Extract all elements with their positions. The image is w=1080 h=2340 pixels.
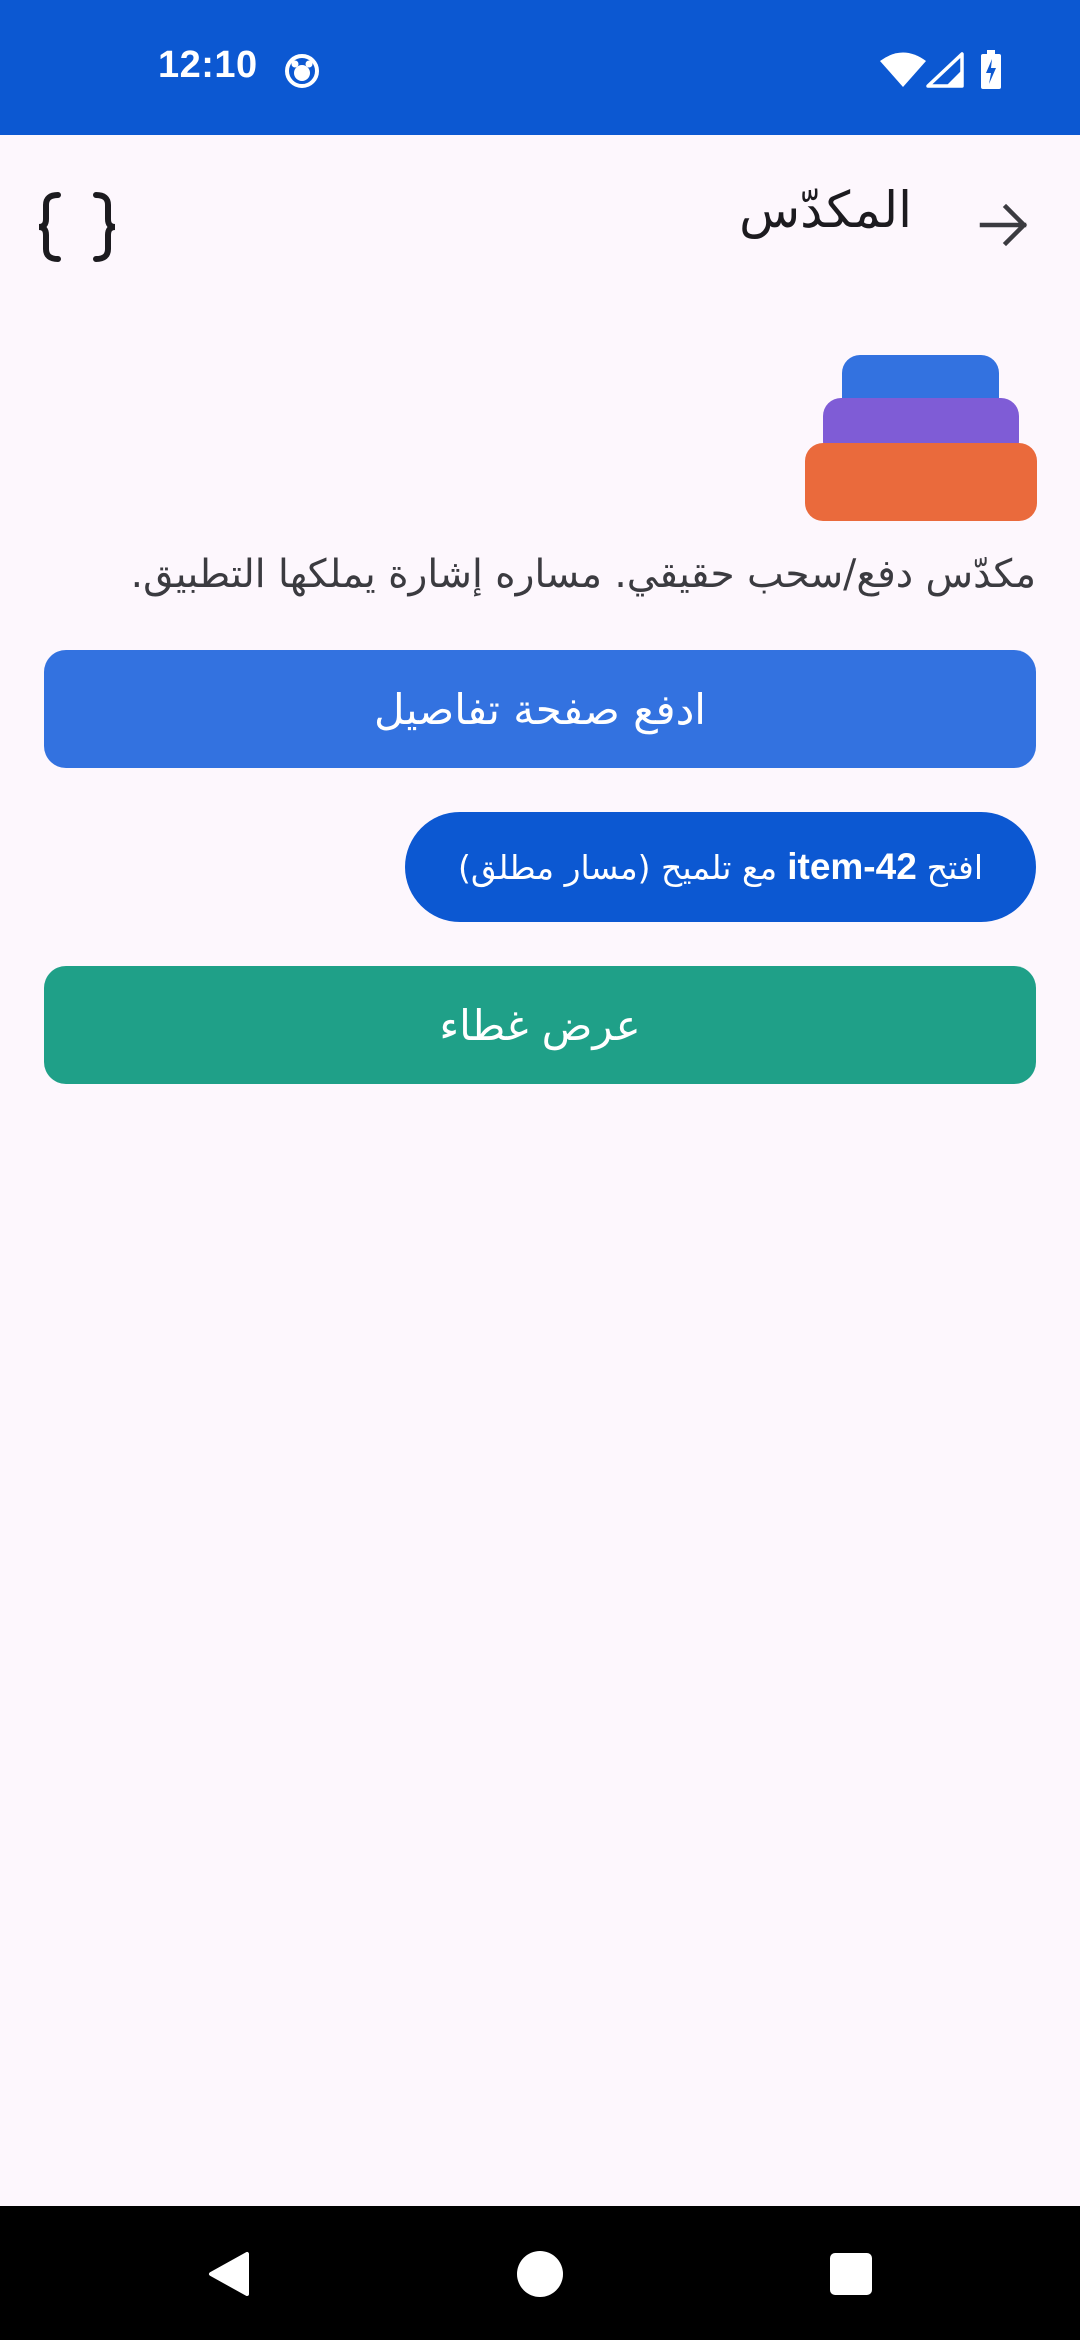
push-details-button-label: ادفع صفحة تفاصيل xyxy=(374,684,706,734)
signal-icon xyxy=(926,52,964,88)
system-nav-bar xyxy=(0,2206,1080,2340)
code-braces-icon[interactable] xyxy=(36,191,118,263)
app-bar: المكدّس xyxy=(0,135,1080,315)
notification-icon xyxy=(285,54,319,88)
open-item-id: item-42 xyxy=(787,846,917,887)
back-triangle-icon[interactable] xyxy=(205,2250,251,2298)
stack-description: مكدّس دفع/سحب حقيقي. مساره إشارة يملكها … xyxy=(130,552,1036,597)
show-overlay-button-label: عرض غطاء xyxy=(439,1000,641,1050)
battery-charging-icon xyxy=(981,50,1001,89)
page-title: المكدّس xyxy=(739,181,912,239)
status-bar: 12:10 xyxy=(0,0,1080,135)
recents-square-icon[interactable] xyxy=(829,2252,873,2296)
wifi-icon xyxy=(880,52,926,87)
open-item-prefix: افتح xyxy=(926,847,983,887)
open-item-button[interactable]: افتح item-42 مع تلميح (مسار مطلق) xyxy=(405,812,1036,922)
arrow-right-icon[interactable] xyxy=(976,197,1032,253)
home-circle-icon[interactable] xyxy=(516,2250,564,2298)
status-time: 12:10 xyxy=(158,44,258,86)
open-item-suffix: مع تلميح (مسار مطلق) xyxy=(458,847,778,887)
push-details-button[interactable]: ادفع صفحة تفاصيل xyxy=(44,650,1036,768)
show-overlay-button[interactable]: عرض غطاء xyxy=(44,966,1036,1084)
stack-layers-icon xyxy=(805,355,1037,521)
